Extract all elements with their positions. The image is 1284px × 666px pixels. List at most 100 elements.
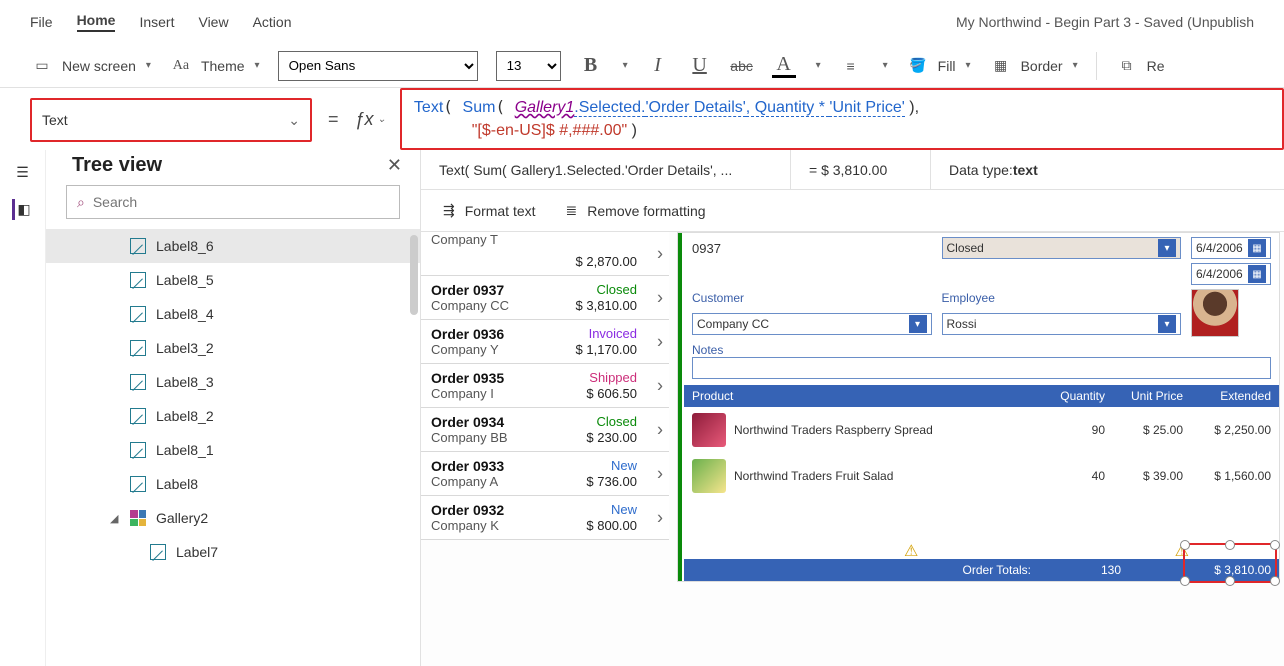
bold-button[interactable]: B (579, 54, 603, 78)
status-dropdown[interactable]: Closed▾ (942, 237, 1182, 259)
tree-item[interactable]: Label8_2 (46, 399, 420, 433)
order-row[interactable]: Order 0937 Closed Company CC $ 3,810.00 … (421, 276, 669, 320)
product-extended: $ 2,250.00 (1191, 423, 1271, 437)
tree-item[interactable]: Label8_5 (46, 263, 420, 297)
reorder-button[interactable]: ⧉ Re (1115, 54, 1165, 78)
border-label: Border (1021, 58, 1063, 74)
order-gallery[interactable]: ⚠ Company T $ 2,870.00 › Order 0937 Clos… (421, 232, 669, 540)
product-name: Northwind Traders Raspberry Spread (734, 423, 1037, 437)
customer-label: Customer (692, 291, 932, 305)
date-picker[interactable]: 6/4/2006▦ (1191, 263, 1271, 285)
chevron-right-icon: › (657, 463, 663, 484)
canvas-area: Text( Sum( Gallery1.Selected.'Order Deta… (421, 150, 1284, 666)
tree-item-gallery[interactable]: ◢Gallery2 (46, 501, 420, 535)
order-row[interactable]: Order 0933 New Company A $ 736.00 › (421, 452, 669, 496)
chevron-down-icon: ▾ (1073, 60, 1078, 71)
tree-item[interactable]: Label3_2 (46, 331, 420, 365)
chevron-down-icon: ▾ (146, 60, 151, 71)
order-row[interactable]: Order 0934 Closed Company BB $ 230.00 › (421, 408, 669, 452)
notes-label: Notes (692, 343, 723, 357)
align-button[interactable]: ≡ (839, 54, 863, 78)
strike-button[interactable]: abc (730, 54, 754, 78)
order-row[interactable]: Order 0932 New Company K $ 800.00 › (421, 496, 669, 540)
underline-button[interactable]: U (688, 54, 712, 78)
menu-home[interactable]: Home (77, 12, 116, 32)
tree-item[interactable]: Label8_6 (46, 229, 420, 263)
customer-dropdown[interactable]: Company CC▾ (692, 313, 932, 335)
date-picker[interactable]: 6/4/2006▦ (1191, 237, 1271, 259)
theme-button[interactable]: Aa Theme ▾ (169, 54, 260, 78)
chevron-right-icon: › (657, 419, 663, 440)
order-row[interactable]: Order 0935 Shipped Company I $ 606.50 › (421, 364, 669, 408)
fill-button[interactable]: 🪣 Fill ▾ (906, 54, 971, 78)
formula-bar-row: Text ⌄ = ƒx⌄ Text( Sum( Gallery1.Selecte… (0, 88, 1284, 150)
hamburger-icon[interactable]: ☰ (16, 164, 29, 181)
menu-file[interactable]: File (30, 14, 53, 30)
screen-icon: ▭ (30, 54, 54, 78)
remove-format-icon: ≣ (566, 202, 578, 219)
warning-icon: ⚠ (621, 232, 635, 236)
employee-dropdown[interactable]: Rossi▾ (942, 313, 1182, 335)
remove-format-label: Remove formatting (587, 203, 705, 219)
product-thumb (692, 459, 726, 493)
order-id: Order 0932 (431, 502, 641, 518)
italic-button[interactable]: I (646, 54, 670, 78)
product-thumb (692, 413, 726, 447)
order-status: New (611, 458, 637, 473)
order-row[interactable]: Order 0936 Invoiced Company Y $ 1,170.00… (421, 320, 669, 364)
reorder-label: Re (1147, 58, 1165, 74)
formula-input[interactable]: Text( Sum( Gallery1.Selected.'Order Deta… (400, 88, 1284, 150)
label-icon (130, 476, 146, 492)
font-color-button[interactable]: A (772, 54, 796, 78)
order-amount: $ 2,870.00 (576, 254, 637, 269)
order-amount: $ 1,170.00 (576, 342, 637, 357)
border-button[interactable]: ▦ Border ▾ (989, 54, 1078, 78)
product-row[interactable]: Northwind Traders Fruit Salad 40 $ 39.00… (684, 453, 1279, 499)
scrollbar[interactable] (410, 235, 418, 315)
chevron-right-icon: › (657, 243, 663, 264)
employee-label: Employee (942, 291, 1182, 305)
notes-input[interactable] (692, 357, 1271, 379)
property-select[interactable]: Text ⌄ (30, 98, 312, 142)
format-text-button[interactable]: ⇶Format text (443, 202, 536, 219)
col-unit-price: Unit Price (1113, 389, 1183, 403)
property-label: Text (42, 112, 68, 128)
design-canvas[interactable]: ⚠ Company T $ 2,870.00 › Order 0937 Clos… (421, 232, 1284, 666)
totals-row: Order Totals: 130 $ 3,810.00 (684, 559, 1279, 581)
tree-item[interactable]: Label8_3 (46, 365, 420, 399)
order-status: New (611, 502, 637, 517)
label-icon (150, 544, 166, 560)
tree-view-icon[interactable]: ◧ (12, 199, 32, 220)
order-row[interactable]: ⚠ Company T $ 2,870.00 › (421, 232, 669, 276)
font-select[interactable]: Open Sans (278, 51, 478, 81)
menu-insert[interactable]: Insert (139, 14, 174, 30)
order-status: Invoiced (589, 326, 637, 341)
menu-action[interactable]: Action (253, 14, 292, 30)
close-icon[interactable]: ✕ (387, 155, 402, 176)
employee-avatar (1191, 289, 1239, 337)
order-amount: $ 606.50 (586, 386, 637, 401)
tree-item[interactable]: Label7 (46, 535, 420, 569)
tree-item-label: Label8_3 (156, 374, 214, 390)
label-icon (130, 374, 146, 390)
product-row[interactable]: Northwind Traders Raspberry Spread 90 $ … (684, 407, 1279, 453)
tree-list: Label8_6 Label8_5 Label8_4 Label3_2 Labe… (46, 229, 420, 666)
formula-result-bar: Text( Sum( Gallery1.Selected.'Order Deta… (421, 150, 1284, 190)
new-screen-button[interactable]: ▭ New screen ▾ (30, 54, 151, 78)
search-icon: ⌕ (77, 194, 85, 211)
menu-view[interactable]: View (198, 14, 228, 30)
totals-extended: $ 3,810.00 (1191, 563, 1271, 577)
chevron-down-icon: ▾ (966, 60, 971, 71)
caret-icon: ◢ (110, 512, 120, 525)
warning-icon: ⚠ (904, 541, 918, 561)
tree-search[interactable]: ⌕ (66, 185, 400, 219)
search-input[interactable] (93, 194, 389, 210)
tree-item[interactable]: Label8_1 (46, 433, 420, 467)
fx-button[interactable]: ƒx⌄ (355, 109, 390, 130)
font-size-select[interactable]: 13 (496, 51, 561, 81)
tree-item[interactable]: Label8_4 (46, 297, 420, 331)
result-expression: Text( Sum( Gallery1.Selected.'Order Deta… (421, 150, 791, 189)
remove-formatting-button[interactable]: ≣ Remove formatting (566, 202, 706, 219)
tree-item[interactable]: Label8 (46, 467, 420, 501)
order-status: Shipped (589, 370, 637, 385)
